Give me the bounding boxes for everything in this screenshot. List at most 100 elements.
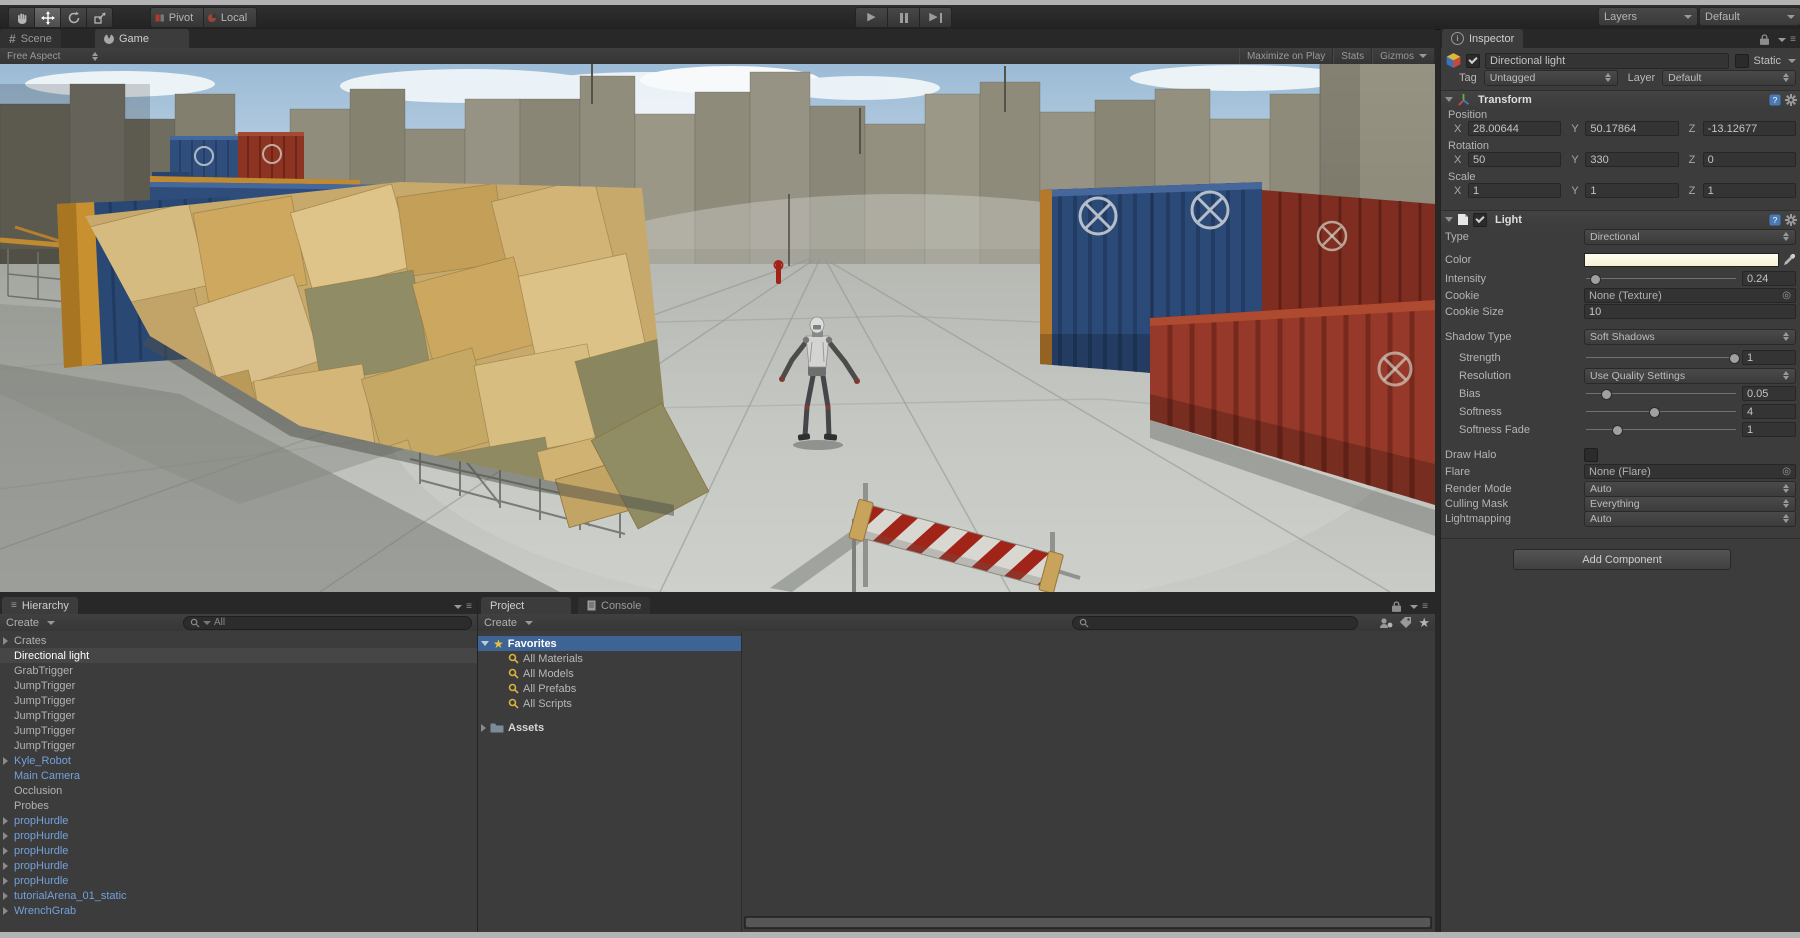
strength-value-field[interactable]: 1 [1742, 350, 1796, 365]
position-z-field[interactable]: -13.12677 [1703, 121, 1796, 136]
layer-dropdown[interactable]: Default [1662, 70, 1796, 86]
light-enabled-checkbox[interactable] [1473, 213, 1487, 227]
step-button[interactable]: ▶ [920, 7, 952, 28]
scale-tool-button[interactable] [87, 7, 113, 28]
transform-component-header[interactable]: Transform ? [1441, 90, 1800, 108]
gear-icon[interactable] [1785, 94, 1797, 106]
expand-arrow-icon[interactable] [3, 892, 8, 900]
pause-button[interactable] [888, 7, 920, 28]
expand-arrow-icon[interactable] [3, 847, 8, 855]
hierarchy-item[interactable]: JumpTrigger [0, 678, 477, 693]
hierarchy-search-input[interactable]: All [183, 616, 472, 630]
position-y-field[interactable]: 50.17864 [1585, 121, 1678, 136]
tab-console[interactable]: Console [578, 597, 650, 614]
hierarchy-item[interactable]: Occlusion [0, 783, 477, 798]
help-book-icon[interactable]: ? [1769, 94, 1781, 106]
project-search-input[interactable] [1072, 616, 1358, 630]
rotate-tool-button[interactable] [61, 7, 87, 28]
help-book-icon[interactable]: ? [1769, 214, 1781, 226]
cookie-object-field[interactable]: None (Texture)◎ [1584, 288, 1796, 303]
project-assets-item[interactable]: Assets [478, 720, 741, 735]
aspect-dropdown[interactable]: Free Aspect [0, 51, 99, 62]
stats-button[interactable]: Stats [1333, 48, 1372, 64]
project-filter-item[interactable]: All Models [478, 666, 741, 681]
hierarchy-item[interactable]: tutorialArena_01_static [0, 888, 477, 903]
expand-arrow-icon[interactable] [3, 757, 8, 765]
culling-mask-dropdown[interactable]: Everything [1584, 496, 1796, 512]
move-tool-button[interactable] [35, 7, 61, 28]
expand-arrow-icon[interactable] [481, 724, 486, 732]
light-component-header[interactable]: Light ? [1441, 210, 1800, 228]
strength-slider[interactable] [1584, 351, 1738, 364]
scale-y-field[interactable]: 1 [1585, 183, 1678, 198]
hierarchy-item[interactable]: propHurdle [0, 843, 477, 858]
expand-arrow-icon[interactable] [3, 637, 8, 645]
hand-tool-button[interactable] [8, 7, 35, 28]
scale-z-field[interactable]: 1 [1703, 183, 1796, 198]
gear-icon[interactable] [1785, 214, 1797, 226]
render-mode-dropdown[interactable]: Auto [1584, 481, 1796, 497]
intensity-slider[interactable] [1584, 272, 1738, 285]
light-color-swatch[interactable] [1584, 253, 1779, 267]
softness-fade-slider[interactable] [1584, 423, 1738, 436]
lightmapping-dropdown[interactable]: Auto [1584, 511, 1796, 527]
intensity-value-field[interactable]: 0.24 [1742, 271, 1796, 286]
hierarchy-item[interactable]: propHurdle [0, 828, 477, 843]
eyedropper-icon[interactable] [1783, 253, 1796, 266]
object-name-field[interactable]: Directional light [1485, 53, 1729, 69]
hierarchy-item[interactable]: JumpTrigger [0, 723, 477, 738]
bias-slider[interactable] [1584, 387, 1738, 400]
layout-dropdown[interactable]: Default [1699, 7, 1800, 26]
pivot-toggle-button[interactable]: Pivot [150, 7, 204, 28]
flare-object-field[interactable]: None (Flare)◎ [1584, 464, 1796, 479]
project-panel-menu[interactable]: ≡ [1392, 601, 1427, 612]
rotation-z-field[interactable]: 0 [1703, 152, 1796, 167]
hierarchy-item[interactable]: Main Camera [0, 768, 477, 783]
expand-arrow-icon[interactable] [3, 832, 8, 840]
rotation-x-field[interactable]: 50 [1468, 152, 1561, 167]
hierarchy-item-selected[interactable]: Directional light [0, 648, 477, 663]
softness-value-field[interactable]: 4 [1742, 404, 1796, 419]
gizmos-dropdown[interactable]: Gizmos [1372, 48, 1435, 64]
cookie-size-field[interactable]: 10 [1584, 304, 1796, 319]
add-component-button[interactable]: Add Component [1513, 549, 1731, 570]
active-checkbox[interactable] [1466, 54, 1480, 68]
project-filter-item[interactable]: All Prefabs [478, 681, 741, 696]
project-filter-item[interactable]: All Scripts [478, 696, 741, 711]
search-by-type-icon[interactable] [1379, 617, 1393, 629]
static-dropdown-arrow[interactable] [1788, 59, 1796, 63]
rotation-y-field[interactable]: 330 [1585, 152, 1678, 167]
hierarchy-item[interactable]: GrabTrigger [0, 663, 477, 678]
draw-halo-checkbox[interactable] [1584, 448, 1598, 462]
horizontal-scrollbar[interactable] [744, 916, 1432, 929]
hierarchy-item[interactable]: propHurdle [0, 873, 477, 888]
hierarchy-item[interactable]: JumpTrigger [0, 738, 477, 753]
expand-arrow-icon[interactable] [3, 817, 8, 825]
tag-dropdown[interactable]: Untagged [1484, 70, 1618, 86]
expand-arrow-icon[interactable] [3, 907, 8, 915]
light-type-dropdown[interactable]: Directional [1584, 229, 1796, 245]
scale-x-field[interactable]: 1 [1468, 183, 1561, 198]
hierarchy-item[interactable]: JumpTrigger [0, 693, 477, 708]
tab-game[interactable]: Game [95, 29, 189, 48]
softness-fade-value-field[interactable]: 1 [1742, 422, 1796, 437]
layers-dropdown[interactable]: Layers [1598, 7, 1698, 26]
shadow-type-dropdown[interactable]: Soft Shadows [1584, 329, 1796, 345]
hierarchy-item[interactable]: propHurdle [0, 813, 477, 828]
save-search-star-icon[interactable]: ★ [1418, 617, 1430, 629]
tab-inspector[interactable]: i Inspector [1442, 29, 1523, 48]
static-checkbox[interactable] [1735, 54, 1749, 68]
project-assets-pane[interactable] [742, 631, 1435, 932]
hierarchy-item[interactable]: Crates [0, 633, 477, 648]
hierarchy-item[interactable]: WrenchGrab [0, 903, 477, 918]
hierarchy-item[interactable]: Kyle_Robot [0, 753, 477, 768]
hierarchy-item[interactable]: Probes [0, 798, 477, 813]
object-picker-icon[interactable]: ◎ [1782, 290, 1791, 301]
game-viewport[interactable] [0, 64, 1435, 592]
inspector-panel-menu[interactable]: ≡ [1760, 34, 1795, 45]
local-toggle-button[interactable]: Local [204, 7, 257, 28]
project-filter-item[interactable]: All Materials [478, 651, 741, 666]
hierarchy-create-button[interactable]: Create [0, 614, 61, 631]
position-x-field[interactable]: 28.00644 [1468, 121, 1561, 136]
hierarchy-item[interactable]: JumpTrigger [0, 708, 477, 723]
